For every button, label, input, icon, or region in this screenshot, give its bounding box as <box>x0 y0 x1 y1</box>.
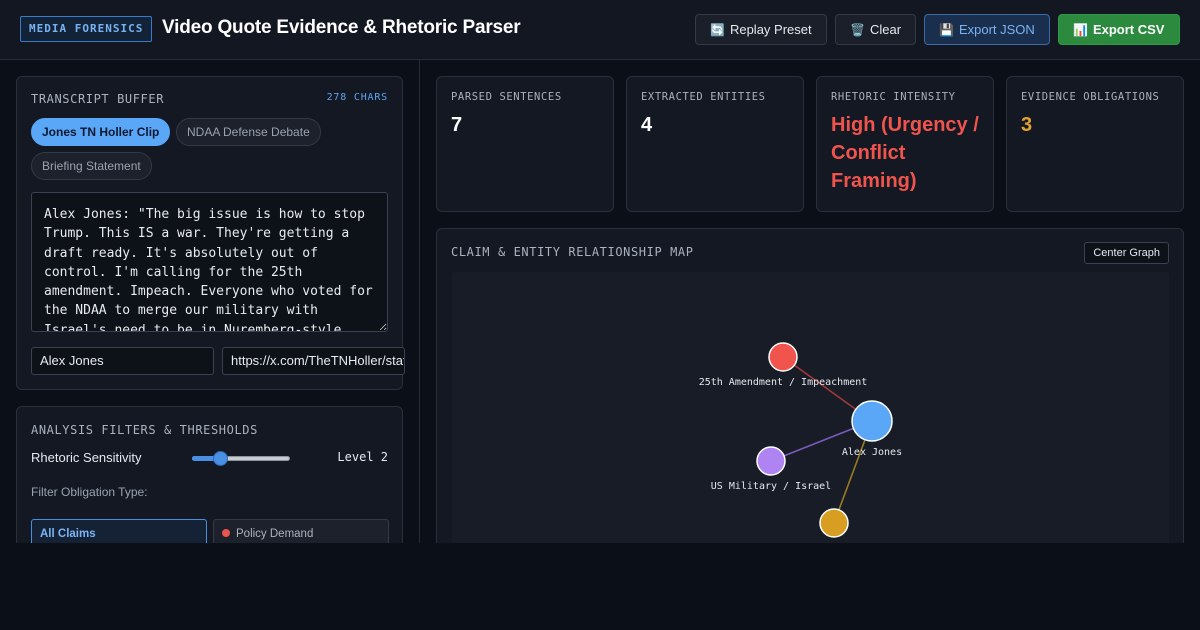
preset-chip-ndaa[interactable]: NDAA Defense Debate <box>176 118 321 146</box>
graph-canvas[interactable]: 25th Amendment / Impeachment Alex Jones US… <box>452 272 1169 543</box>
trash-icon: 🗑️ <box>850 23 865 37</box>
stat-value: 3 <box>1021 114 1033 136</box>
graph-node-label: 25th Amendment / Impeachment <box>699 377 868 388</box>
graph-node[interactable] <box>819 508 849 538</box>
graph-node[interactable] <box>756 446 786 476</box>
stat-value: 7 <box>451 114 463 136</box>
clear-label: Clear <box>869 22 902 37</box>
filter-policy-demand-label: Policy Demand <box>236 528 314 540</box>
main-content: PARSED SENTENCES 7 EXTRACTED ENTITIES 4 … <box>420 60 1200 543</box>
transcript-panel: TRANSCRIPT BUFFER 278 CHARS Jones TN Hol… <box>16 76 405 390</box>
stat-card-evidence-obligations: EVIDENCE OBLIGATIONS 3 <box>1006 76 1184 212</box>
bar-chart-icon: 📊 <box>1073 23 1088 37</box>
preset-chip-jones[interactable]: Jones TN Holler Clip <box>31 118 171 146</box>
replay-preset-button[interactable]: 🔄 Replay Preset <box>695 14 827 45</box>
filter-all-claims-button[interactable]: All Claims <box>31 519 207 543</box>
export-json-button[interactable]: 💾 Export JSON <box>924 14 1050 45</box>
relationship-map-panel: CLAIM & ENTITY RELATIONSHIP MAP Center G… <box>436 228 1184 543</box>
sensitivity-level-value: Level 2 <box>337 450 388 464</box>
relationship-map-title: CLAIM & ENTITY RELATIONSHIP MAP <box>451 245 694 259</box>
brand-badge: MEDIA FORENSICS <box>20 16 153 42</box>
app-title: Video Quote Evidence & Rhetoric Parser <box>162 17 521 38</box>
center-graph-button[interactable]: Center Graph <box>1084 242 1169 264</box>
stat-card-parsed-sentences: PARSED SENTENCES 7 <box>436 76 614 212</box>
speaker-input[interactable]: Alex Jones <box>31 347 214 375</box>
left-sidebar: TRANSCRIPT BUFFER 278 CHARS Jones TN Hol… <box>0 60 420 543</box>
app-header: MEDIA FORENSICS Video Quote Evidence & R… <box>0 0 1200 60</box>
stat-label: EXTRACTED ENTITIES <box>641 91 766 103</box>
export-csv-button[interactable]: 📊 Export CSV <box>1058 14 1180 45</box>
slider-thumb[interactable] <box>213 451 228 466</box>
stat-card-rhetoric-intensity: RHETORIC INTENSITY High (Urgency / Confl… <box>816 76 994 212</box>
char-count-badge: 278 CHARS <box>326 92 388 103</box>
stat-label: EVIDENCE OBLIGATIONS <box>1021 91 1160 103</box>
obligation-filter-label: Filter Obligation Type: <box>31 485 148 499</box>
stat-label: RHETORIC INTENSITY <box>831 91 956 103</box>
stat-value: 4 <box>641 114 653 136</box>
replay-preset-label: Replay Preset <box>729 22 812 37</box>
clear-button[interactable]: 🗑️ Clear <box>835 14 916 45</box>
filter-policy-demand-button[interactable]: Policy Demand <box>213 519 389 543</box>
floppy-disk-icon: 💾 <box>939 23 954 37</box>
transcript-panel-title: TRANSCRIPT BUFFER <box>31 92 165 106</box>
filter-all-claims-label: All Claims <box>40 528 96 540</box>
policy-demand-dot-icon <box>222 529 230 537</box>
graph-node[interactable] <box>851 400 893 442</box>
stat-label: PARSED SENTENCES <box>451 91 562 103</box>
sensitivity-label: Rhetoric Sensitivity <box>31 450 142 465</box>
relationship-graph[interactable]: 25th Amendment / Impeachment Alex Jones US… <box>452 272 1169 543</box>
replay-icon: 🔄 <box>710 23 725 37</box>
sensitivity-slider[interactable] <box>192 451 290 466</box>
graph-node[interactable] <box>768 342 798 372</box>
graph-node-label: US Military / Israel <box>711 481 831 492</box>
graph-node-label: Alex Jones <box>842 447 902 458</box>
export-csv-label: Export CSV <box>1092 22 1165 37</box>
filters-panel: ANALYSIS FILTERS & THRESHOLDS Rhetoric S… <box>16 406 403 543</box>
transcript-textarea[interactable]: Alex Jones: "The big issue is how to sto… <box>31 192 388 332</box>
stat-value: High (Urgency / Conflict Framing) <box>831 114 979 192</box>
stat-card-extracted-entities: EXTRACTED ENTITIES 4 <box>626 76 804 212</box>
preset-chip-briefing[interactable]: Briefing Statement <box>31 152 152 180</box>
filters-panel-title: ANALYSIS FILTERS & THRESHOLDS <box>31 423 258 437</box>
export-json-label: Export JSON <box>958 22 1035 37</box>
source-url-input[interactable]: https://x.com/TheTNHoller/status/ <box>222 347 405 375</box>
